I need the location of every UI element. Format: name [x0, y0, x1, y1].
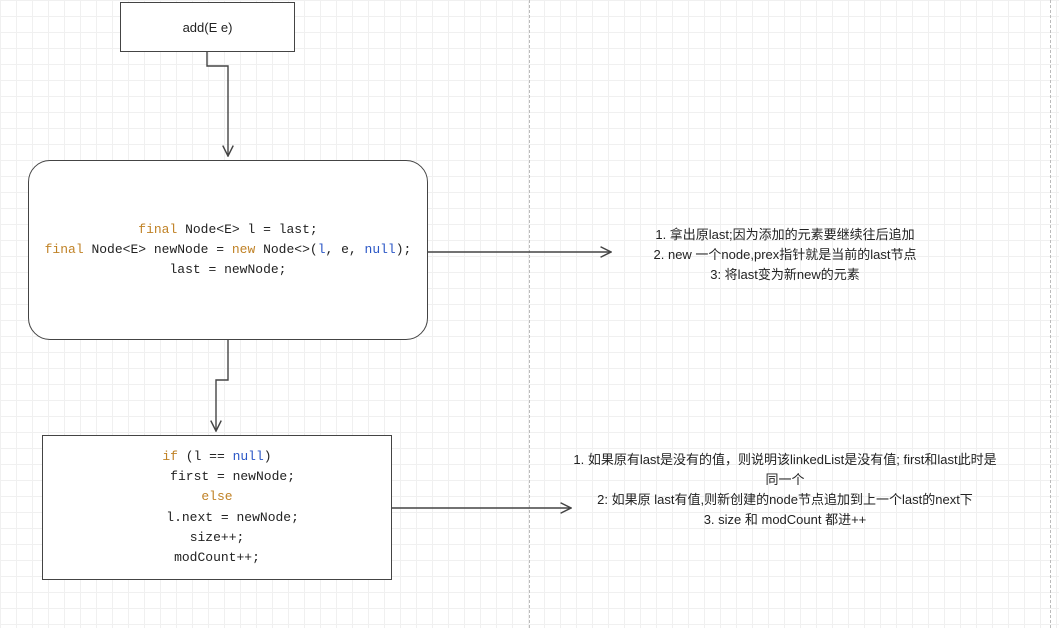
- vertical-separator-left: [529, 0, 530, 628]
- annotation-branch-line: 1. 如果原有last是没有的值，则说明该linkedList是没有值; fir…: [570, 450, 1000, 490]
- annotation-branch-line: 2: 如果原 last有值,则新创建的node节点追加到上一个last的next…: [570, 490, 1000, 510]
- flowchart-node-process-code: final Node<E> l = last;final Node<E> new…: [45, 220, 412, 280]
- flowchart-node-branch-code: if (l == null) first = newNode;else l.ne…: [135, 447, 299, 568]
- annotation-process-line: 2. new 一个node,prex指针就是当前的last节点: [570, 245, 1000, 265]
- annotation-branch-line: 3. size 和 modCount 都进++: [570, 510, 1000, 530]
- vertical-separator-right: [1050, 0, 1051, 628]
- flowchart-node-branch: if (l == null) first = newNode;else l.ne…: [42, 435, 392, 580]
- annotation-process-line: 3: 将last变为新new的元素: [570, 265, 1000, 285]
- annotation-process-line: 1. 拿出原last;因为添加的元素要继续往后追加: [570, 225, 1000, 245]
- flowchart-node-start: add(E e): [120, 2, 295, 52]
- annotation-process: 1. 拿出原last;因为添加的元素要继续往后追加 2. new 一个node,…: [570, 225, 1000, 285]
- annotation-branch: 1. 如果原有last是没有的值，则说明该linkedList是没有值; fir…: [570, 450, 1000, 531]
- flowchart-node-process: final Node<E> l = last;final Node<E> new…: [28, 160, 428, 340]
- flowchart-node-start-label: add(E e): [183, 20, 233, 35]
